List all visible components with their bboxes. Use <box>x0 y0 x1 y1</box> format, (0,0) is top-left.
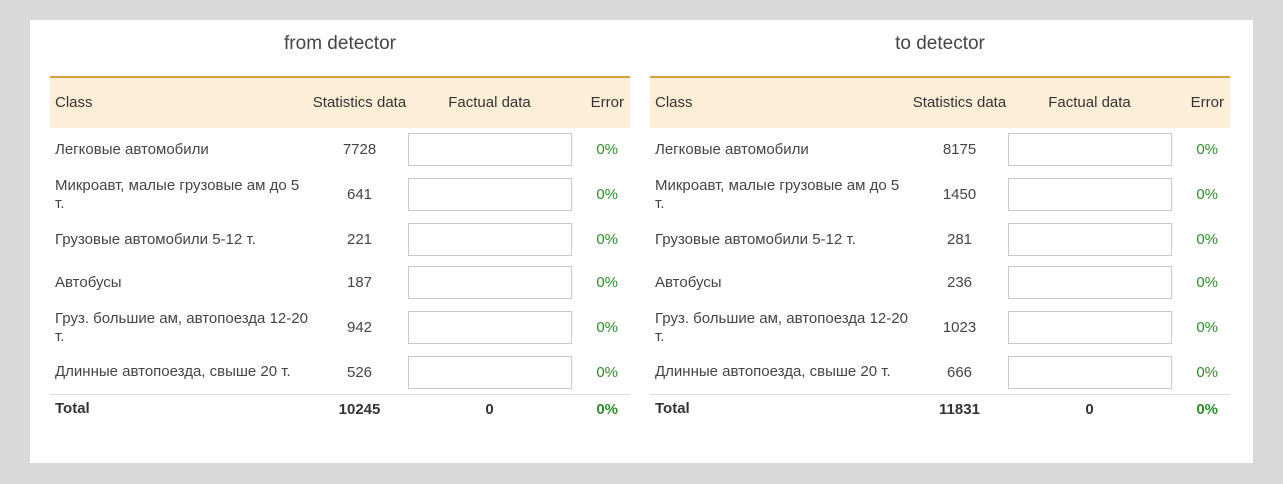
statistics-value: 221 <box>346 231 373 248</box>
total-statistics: 11831 <box>939 400 980 418</box>
error-value: 0% <box>1196 231 1218 248</box>
statistics-value: 1023 <box>942 319 977 336</box>
total-label: Total <box>55 400 90 418</box>
total-factual: 0 <box>1085 400 1094 418</box>
table-header-row: Class Statistics data Factual data Error <box>50 78 630 128</box>
table-row: Автобусы 236 0% <box>650 261 1230 304</box>
table-row: Автобусы 187 0% <box>50 261 630 304</box>
class-name: Груз. большие ам, автопоезда 12-20 т. <box>55 309 308 345</box>
error-value: 0% <box>596 186 618 203</box>
class-name: Грузовые автомобили 5-12 т. <box>655 230 856 248</box>
factual-data-input[interactable] <box>1007 133 1172 166</box>
factual-cell <box>1007 128 1172 171</box>
factual-cell <box>407 304 572 351</box>
factual-cell <box>1007 351 1172 394</box>
factual-cell <box>1007 261 1172 304</box>
factual-cell <box>407 218 572 261</box>
class-name: Длинные автопоезда, свыше 20 т. <box>655 363 891 381</box>
panel-from-detector: from detector Class Statistics data Factual… <box>50 20 630 424</box>
total-row: Total 10245 0 0% <box>50 394 630 424</box>
error-value: 0% <box>1196 274 1218 291</box>
table-row: Микроавт, малые грузовые ам до 5 т. 641 0% <box>50 171 630 218</box>
table-row: Грузовые автомобили 5-12 т. 281 0% <box>650 218 1230 261</box>
statistics-value: 942 <box>346 319 373 336</box>
panel-title: from detector <box>50 20 630 78</box>
table-row: Длинные автопоезда, свыше 20 т. 666 0% <box>650 351 1230 394</box>
panel-title: to detector <box>650 20 1230 78</box>
header-statistics: Statistics data <box>312 94 407 111</box>
table-row: Легковые автомобили 7728 0% <box>50 128 630 171</box>
class-name: Автобусы <box>655 273 722 291</box>
factual-data-input[interactable] <box>407 133 572 166</box>
header-class: Class <box>55 94 93 111</box>
factual-cell <box>407 128 572 171</box>
statistics-value: 641 <box>346 186 373 203</box>
factual-data-input[interactable] <box>407 223 572 256</box>
total-error: 0% <box>1196 400 1218 418</box>
header-factual: Factual data <box>448 94 531 111</box>
statistics-value: 281 <box>946 231 973 248</box>
error-value: 0% <box>596 319 618 336</box>
class-name: Автобусы <box>55 273 122 291</box>
factual-data-input[interactable] <box>407 266 572 299</box>
table-header-row: Class Statistics data Factual data Error <box>650 78 1230 128</box>
header-error: Error <box>590 94 624 111</box>
total-factual: 0 <box>485 400 494 418</box>
factual-data-input[interactable] <box>407 355 572 389</box>
factual-cell <box>407 351 572 394</box>
class-name: Длинные автопоезда, свыше 20 т. <box>55 363 291 381</box>
table-row: Груз. большие ам, автопоезда 12-20 т. 102… <box>650 304 1230 351</box>
factual-data-input[interactable] <box>1007 223 1172 256</box>
class-name: Микроавт, малые грузовые ам до 5 т. <box>655 176 900 212</box>
statistics-value: 236 <box>946 274 973 291</box>
class-name: Легковые автомобили <box>55 140 209 158</box>
factual-cell <box>1007 218 1172 261</box>
factual-data-input[interactable] <box>1007 355 1172 389</box>
factual-cell <box>1007 171 1172 218</box>
class-name: Грузовые автомобили 5-12 т. <box>55 230 256 248</box>
factual-cell <box>407 171 572 218</box>
class-name: Груз. большие ам, автопоезда 12-20 т. <box>655 309 908 345</box>
statistics-value: 1450 <box>942 186 977 203</box>
error-value: 0% <box>596 274 618 291</box>
table-row: Груз. большие ам, автопоезда 12-20 т. 942… <box>50 304 630 351</box>
panel-to-detector: to detector Class Statistics data Factual d… <box>650 20 1230 424</box>
error-value: 0% <box>596 231 618 248</box>
header-class: Class <box>655 94 693 111</box>
factual-data-input[interactable] <box>407 178 572 211</box>
header-error: Error <box>1190 94 1224 111</box>
error-value: 0% <box>1196 141 1218 158</box>
class-name: Легковые автомобили <box>655 140 809 158</box>
error-value: 0% <box>1196 363 1218 381</box>
total-label: Total <box>655 400 690 418</box>
statistics-value: 8175 <box>942 141 977 158</box>
stats-table: Class Statistics data Factual data Error Лег… <box>50 78 630 424</box>
total-row: Total 11831 0 0% <box>650 394 1230 424</box>
class-name: Микроавт, малые грузовые ам до 5 т. <box>55 176 300 212</box>
statistics-value: 666 <box>946 363 973 381</box>
stats-table: Class Statistics data Factual data Error Лег… <box>650 78 1230 424</box>
statistics-value: 7728 <box>342 141 377 158</box>
table-row: Микроавт, малые грузовые ам до 5 т. 1450 0… <box>650 171 1230 218</box>
total-error: 0% <box>596 400 618 418</box>
error-value: 0% <box>1196 186 1218 203</box>
table-row: Длинные автопоезда, свыше 20 т. 526 0% <box>50 351 630 394</box>
header-factual: Factual data <box>1048 94 1131 111</box>
statistics-value: 526 <box>346 363 373 381</box>
factual-data-input[interactable] <box>1007 178 1172 211</box>
error-value: 0% <box>1196 319 1218 336</box>
statistics-value: 187 <box>346 274 373 291</box>
table-row: Легковые автомобили 8175 0% <box>650 128 1230 171</box>
header-statistics: Statistics data <box>912 94 1007 111</box>
table-row: Грузовые автомобили 5-12 т. 221 0% <box>50 218 630 261</box>
factual-data-input[interactable] <box>1007 266 1172 299</box>
factual-data-input[interactable] <box>1007 311 1172 344</box>
error-value: 0% <box>596 363 618 381</box>
factual-cell <box>1007 304 1172 351</box>
content-card: from detector Class Statistics data Factual… <box>30 20 1253 463</box>
error-value: 0% <box>596 141 618 158</box>
factual-data-input[interactable] <box>407 311 572 344</box>
factual-cell <box>407 261 572 304</box>
total-statistics: 10245 <box>338 400 381 418</box>
